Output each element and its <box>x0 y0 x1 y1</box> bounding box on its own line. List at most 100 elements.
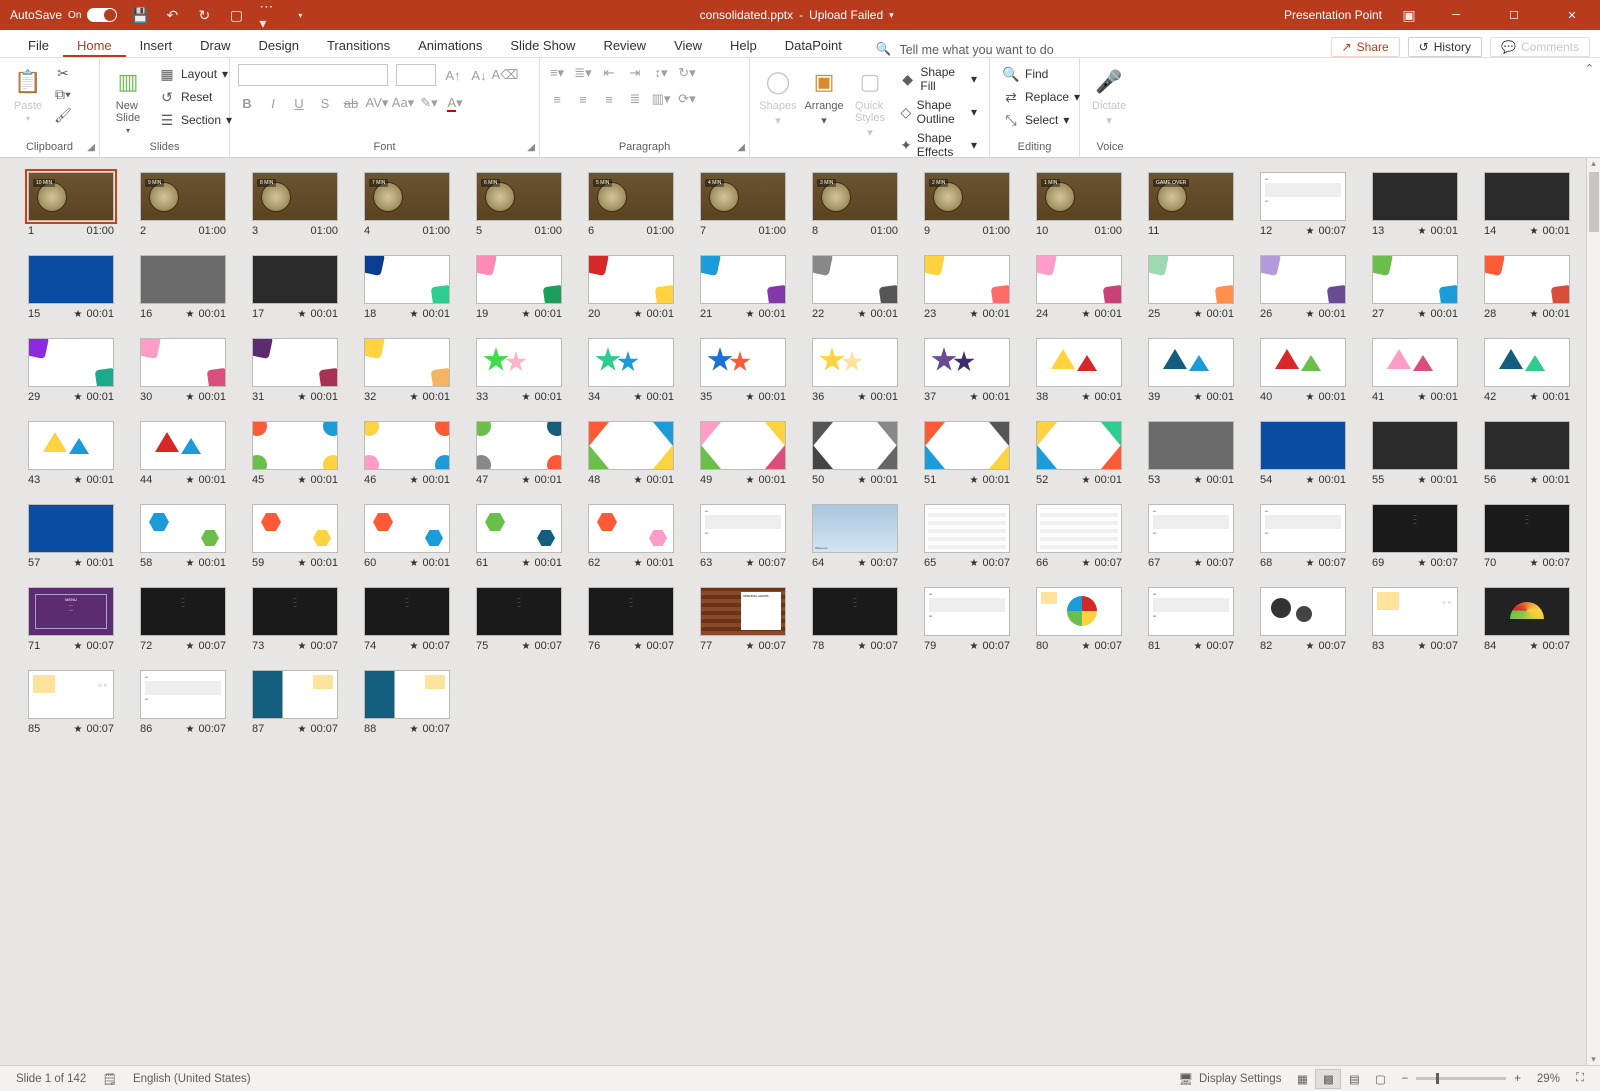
slide-cell[interactable]: ---------78★00:07 <box>812 587 898 652</box>
slide-thumbnail[interactable]: 8 MIN <box>252 172 338 221</box>
slide-cell[interactable]: ▪▪▪▪▪▪81★00:07 <box>1148 587 1234 652</box>
slide-thumbnail[interactable] <box>924 338 1010 387</box>
font-size-select[interactable] <box>396 64 436 86</box>
slide-cell[interactable]: 58★00:01 <box>140 504 226 569</box>
spacing-icon[interactable]: AV▾ <box>368 94 386 112</box>
slide-thumbnail[interactable] <box>812 421 898 470</box>
tab-transitions[interactable]: Transitions <box>313 33 404 57</box>
slide-cell[interactable]: 57★00:01 <box>28 504 114 569</box>
font-color-icon[interactable]: A▾ <box>446 94 464 112</box>
slide-cell[interactable]: ---------72★00:07 <box>140 587 226 652</box>
fit-window-button[interactable]: ⛶ <box>1568 1072 1592 1085</box>
slide-cell[interactable]: 15★00:01 <box>28 255 114 320</box>
slide-thumbnail[interactable]: 6 MIN <box>476 172 562 221</box>
slide-thumbnail[interactable] <box>1148 421 1234 470</box>
slide-cell[interactable]: 88★00:07 <box>364 670 450 735</box>
slide-thumbnail[interactable] <box>812 338 898 387</box>
slide-cell[interactable]: 16★00:01 <box>140 255 226 320</box>
slide-thumbnail[interactable] <box>588 338 674 387</box>
select-button[interactable]: ⤡Select ▾ <box>998 110 1084 130</box>
slide-thumbnail[interactable]: GAME OVER <box>1148 172 1234 221</box>
slide-cell[interactable]: 82★00:07 <box>1260 587 1346 652</box>
italic-icon[interactable]: I <box>264 94 282 112</box>
slide-cell[interactable]: 38★00:01 <box>1036 338 1122 403</box>
slide-cell[interactable]: 31★00:01 <box>252 338 338 403</box>
replace-button[interactable]: ⇄Replace ▾ <box>998 87 1084 107</box>
slide-cell[interactable]: 14★00:01 <box>1484 172 1570 237</box>
slide-thumbnail[interactable] <box>588 255 674 304</box>
slide-thumbnail[interactable] <box>1260 255 1346 304</box>
slide-cell[interactable]: 30★00:01 <box>140 338 226 403</box>
slide-thumbnail[interactable] <box>1372 421 1458 470</box>
slide-cell[interactable]: 45★00:01 <box>252 421 338 486</box>
zoom-in-button[interactable]: + <box>1506 1073 1529 1085</box>
slide-thumbnail[interactable]: Welcome <box>812 504 898 553</box>
comments-button[interactable]: 💬Comments <box>1490 37 1590 57</box>
tab-slide-show[interactable]: Slide Show <box>496 33 589 57</box>
line-spacing-icon[interactable]: ↕▾ <box>652 64 670 82</box>
slide-cell[interactable]: 53★00:01 <box>1148 421 1234 486</box>
shape-effects-button[interactable]: ✦Shape Effects ▾ <box>896 130 981 160</box>
slide-thumbnail[interactable]: ▪▪▪▪▪▪ <box>1260 172 1346 221</box>
slide-cell[interactable]: ○ ○83★00:07 <box>1372 587 1458 652</box>
slide-thumbnail[interactable] <box>140 504 226 553</box>
slide-cell[interactable]: 28★00:01 <box>1484 255 1570 320</box>
slide-thumbnail[interactable] <box>1484 421 1570 470</box>
slide-thumbnail[interactable]: OPENING HOURS <box>700 587 786 636</box>
slide-cell[interactable]: 42★00:01 <box>1484 338 1570 403</box>
slide-cell[interactable]: 21★00:01 <box>700 255 786 320</box>
font-family-select[interactable] <box>238 64 388 86</box>
slide-cell[interactable]: 66★00:07 <box>1036 504 1122 569</box>
shrink-font-icon[interactable]: A↓ <box>470 66 488 84</box>
slide-cell[interactable]: 62★00:01 <box>588 504 674 569</box>
slide-cell[interactable]: ---------76★00:07 <box>588 587 674 652</box>
slide-cell[interactable]: ○ ○85★00:07 <box>28 670 114 735</box>
slide-cell[interactable]: ▪▪▪▪▪▪63★00:07 <box>700 504 786 569</box>
slide-thumbnail[interactable] <box>252 670 338 719</box>
tab-datapoint[interactable]: DataPoint <box>771 33 856 57</box>
slide-cell[interactable]: 5 MIN601:00 <box>588 172 674 237</box>
slide-cell[interactable]: 52★00:01 <box>1036 421 1122 486</box>
slide-cell[interactable]: 26★00:01 <box>1260 255 1346 320</box>
slide-cell[interactable]: 61★00:01 <box>476 504 562 569</box>
slide-position[interactable]: Slide 1 of 142 <box>8 1073 94 1085</box>
redo-icon[interactable]: ↻ <box>195 6 213 24</box>
slide-cell[interactable]: 1 MIN1001:00 <box>1036 172 1122 237</box>
slide-cell[interactable]: 51★00:01 <box>924 421 1010 486</box>
sorter-view-button[interactable]: ▩ <box>1315 1069 1341 1089</box>
slide-thumbnail[interactable] <box>1148 255 1234 304</box>
slide-cell[interactable]: 56★00:01 <box>1484 421 1570 486</box>
text-direction-icon[interactable]: ↻▾ <box>678 64 696 82</box>
slide-cell[interactable]: 35★00:01 <box>700 338 786 403</box>
dialog-launcher-icon[interactable]: ◢ <box>737 142 745 153</box>
slide-thumbnail[interactable] <box>28 338 114 387</box>
slide-thumbnail[interactable]: --------- <box>476 587 562 636</box>
slide-thumbnail[interactable]: --------- <box>364 587 450 636</box>
tell-me-search[interactable]: 🔍 Tell me what you want to do <box>856 42 1331 57</box>
slide-cell[interactable]: 65★00:07 <box>924 504 1010 569</box>
dictate-button[interactable]: 🎤Dictate▾ <box>1088 64 1130 129</box>
tab-draw[interactable]: Draw <box>186 33 244 57</box>
normal-view-button[interactable]: ▦ <box>1289 1069 1315 1089</box>
language-status[interactable]: English (United States) <box>125 1073 259 1085</box>
tab-file[interactable]: File <box>14 33 63 57</box>
slide-cell[interactable]: ▪▪▪▪▪▪67★00:07 <box>1148 504 1234 569</box>
tab-review[interactable]: Review <box>589 33 660 57</box>
slide-cell[interactable]: Welcome64★00:07 <box>812 504 898 569</box>
tab-animations[interactable]: Animations <box>404 33 496 57</box>
slide-cell[interactable]: 20★00:01 <box>588 255 674 320</box>
history-button[interactable]: ↺History <box>1408 37 1482 57</box>
slide-thumbnail[interactable] <box>588 504 674 553</box>
justify-icon[interactable]: ≣ <box>626 90 644 108</box>
new-slide-button[interactable]: ▥ New Slide▾ <box>108 64 148 137</box>
toggle-switch[interactable] <box>87 8 117 22</box>
paste-button[interactable]: 📋 Paste▾ <box>8 64 48 125</box>
slide-thumbnail[interactable]: 4 MIN <box>700 172 786 221</box>
slide-thumbnail[interactable]: ▪▪▪▪▪▪ <box>1148 587 1234 636</box>
slide-thumbnail[interactable] <box>1484 338 1570 387</box>
reset-button[interactable]: ↺Reset <box>154 87 236 107</box>
minimize-button[interactable]: ─ <box>1436 0 1476 30</box>
slide-thumbnail[interactable]: --------- <box>588 587 674 636</box>
slide-thumbnail[interactable]: --------- <box>252 587 338 636</box>
slide-cell[interactable]: 44★00:01 <box>140 421 226 486</box>
